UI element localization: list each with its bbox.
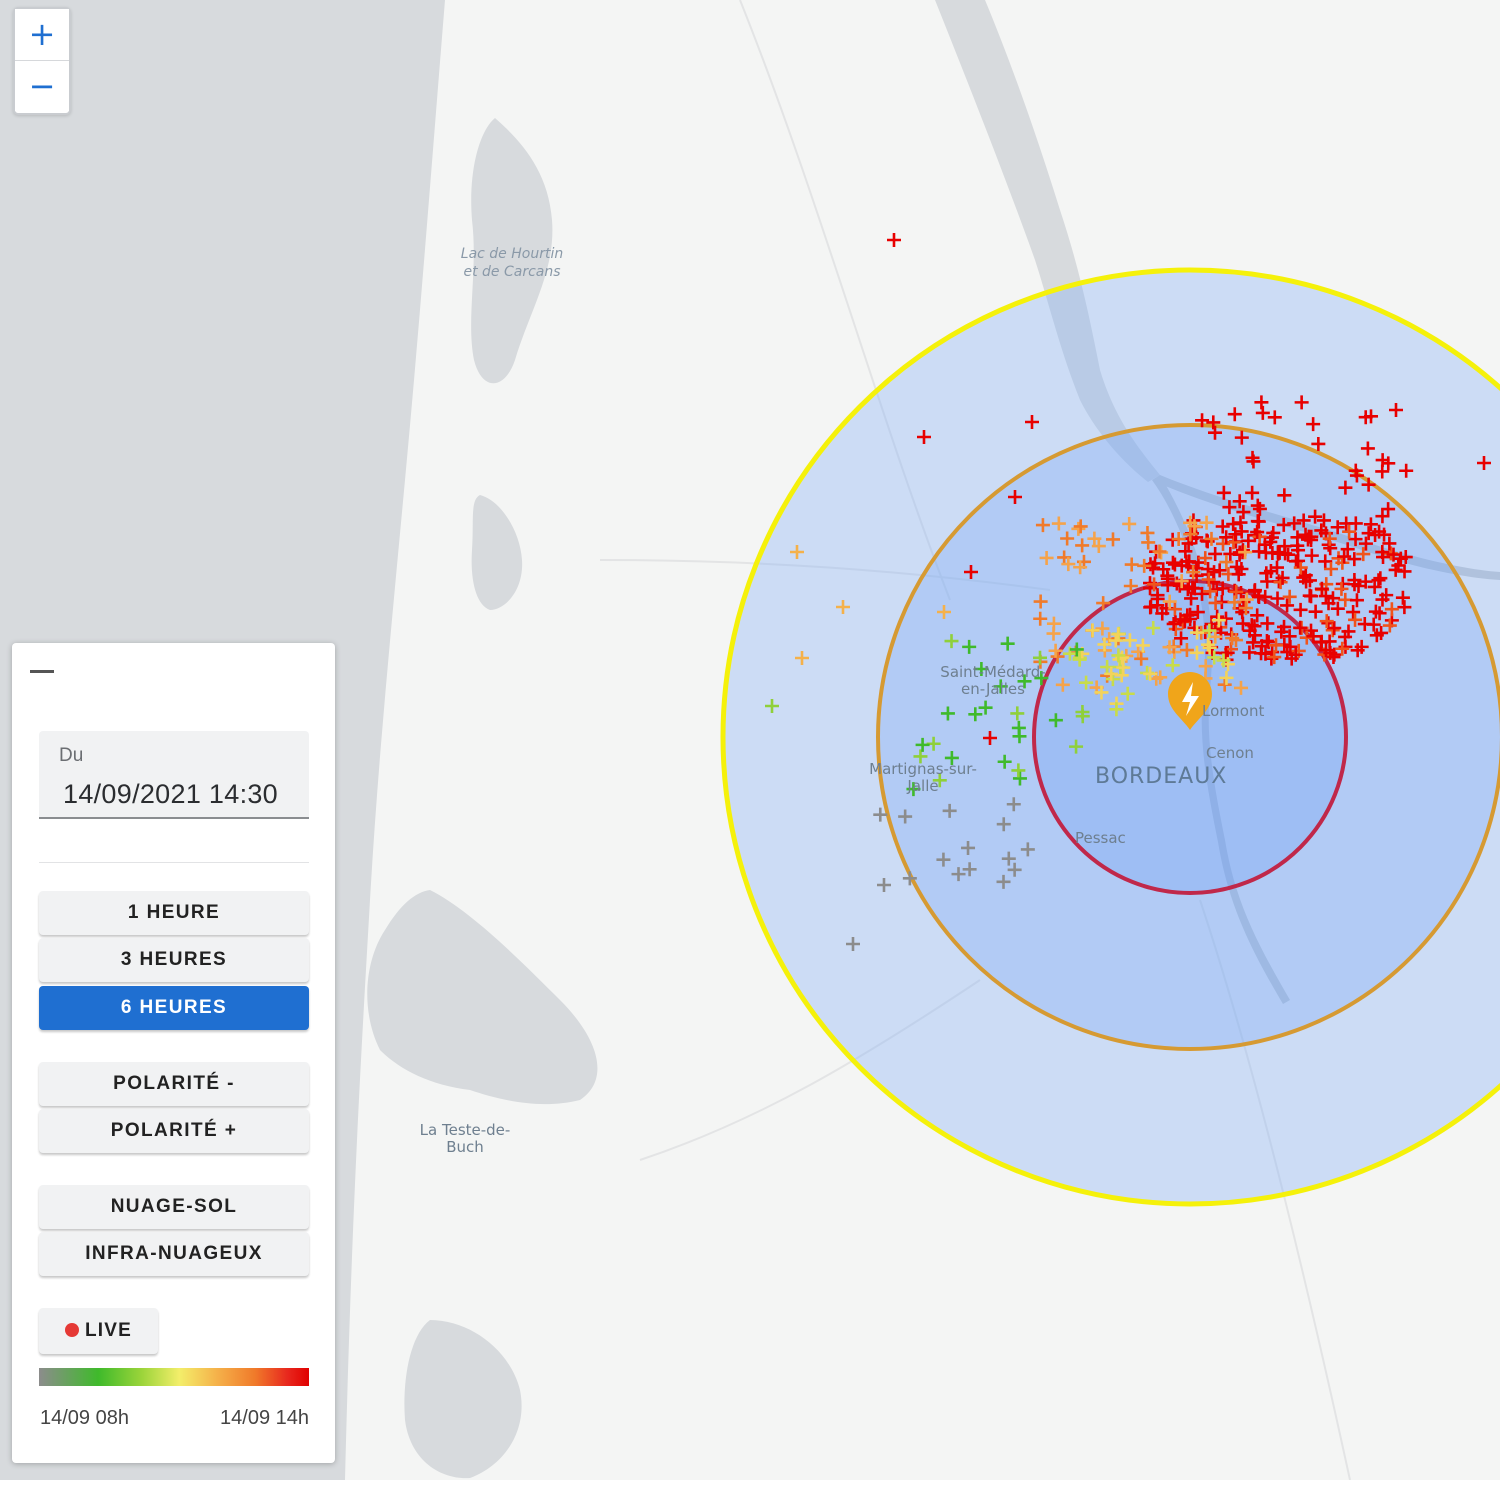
cloud-ground-button[interactable]: NUAGE-SOL — [39, 1185, 309, 1229]
label-bordeaux: BORDEAUX — [1095, 764, 1228, 789]
label-lormont: Lormont — [1202, 702, 1265, 720]
live-label: LIVE — [84, 1320, 133, 1341]
lake-lacanau — [471, 495, 523, 610]
date-field-value[interactable]: 14/09/2021 14:30 — [63, 779, 278, 810]
intra-cloud-button[interactable]: INFRA-NUAGEUX — [39, 1232, 309, 1276]
zoom-in-button[interactable]: + — [15, 9, 69, 60]
time-3h-button[interactable]: 3 HEURES — [39, 938, 309, 982]
label-lac-hourtin: Lac de Hourtin et de Carcans — [460, 246, 564, 280]
date-field-label: Du — [59, 745, 84, 766]
lake-cazaux — [404, 1320, 522, 1479]
label-martignas: Martignas-sur- Jalle — [869, 760, 977, 795]
divider — [39, 862, 309, 863]
zoom-control: + − — [13, 7, 71, 115]
strike-marker — [887, 233, 901, 247]
label-cenon: Cenon — [1206, 744, 1254, 762]
collapse-panel-icon[interactable] — [30, 670, 54, 673]
label-la-teste: La Teste-de- Buch — [419, 1121, 511, 1156]
legend-end-label: 14/09 14h — [220, 1407, 309, 1429]
time-1h-button[interactable]: 1 HEURE — [39, 891, 309, 935]
polarity-positive-button[interactable]: POLARITÉ + — [39, 1109, 309, 1153]
zoom-out-button[interactable]: − — [15, 60, 69, 111]
date-field[interactable]: Du 14/09/2021 14:30 — [39, 731, 309, 819]
legend-start-label: 14/09 08h — [40, 1407, 129, 1429]
live-dot-icon — [64, 1323, 79, 1337]
time-6h-button[interactable]: 6 HEURES — [39, 986, 309, 1030]
live-button[interactable]: LIVE — [39, 1308, 158, 1354]
label-saint-medard: Saint-Médard- en-Jalles — [940, 663, 1046, 698]
polarity-negative-button[interactable]: POLARITÉ - — [39, 1062, 309, 1106]
arcachon-basin — [367, 890, 598, 1105]
label-pessac: Pessac — [1075, 829, 1126, 847]
time-legend-gradient — [39, 1368, 309, 1386]
